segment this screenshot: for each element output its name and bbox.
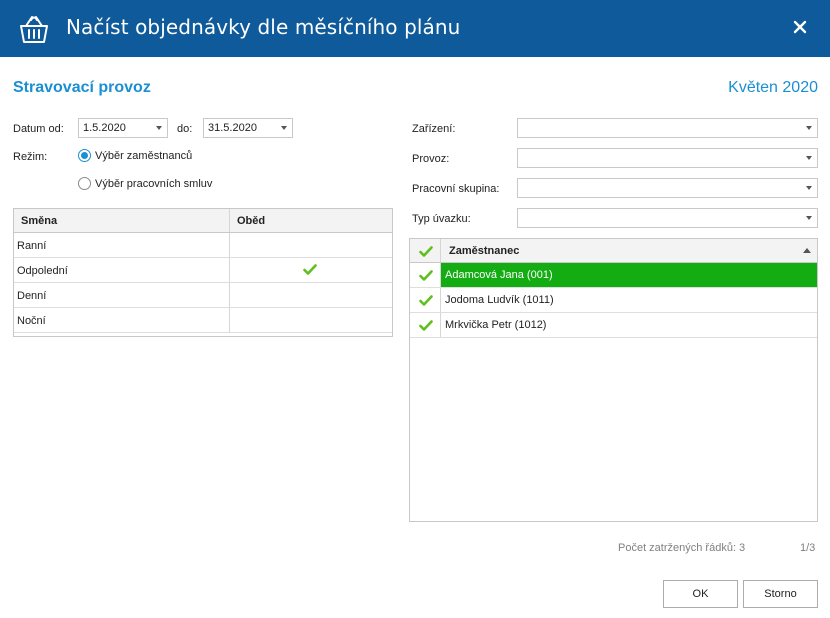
operation-label: Provoz: [412,153,450,165]
shift-name: Denní [14,283,230,307]
check-all-header[interactable] [410,239,441,262]
lunch-cell[interactable] [230,233,392,257]
checkmark-icon [303,264,317,275]
table-row[interactable]: Mrkvička Petr (1012) [410,313,817,338]
operation-select[interactable] [517,148,818,168]
checked-rows-count: Počet zatržených řádků: 3 [618,542,746,554]
table-row[interactable]: Denní [14,283,392,308]
title-bar: Načíst objednávky dle měsíčního plánu [0,0,830,57]
chevron-down-icon[interactable] [806,216,812,220]
employee-name: Mrkvička Petr (1012) [445,319,547,331]
sort-ascending-icon[interactable] [803,248,811,253]
table-row[interactable]: Adamcová Jana (001) [410,263,817,288]
row-check-cell[interactable] [410,263,441,287]
lunch-cell[interactable] [230,283,392,307]
shift-name: Noční [14,308,230,332]
section-title: Stravovací provoz [13,79,151,96]
chevron-down-icon[interactable] [281,126,287,130]
radio-contracts[interactable]: Výběr pracovních smluv [78,177,212,190]
radio-employees-label: Výběr zaměstnanců [95,149,193,162]
facility-label: Zařízení: [412,123,456,135]
column-header-shift[interactable]: Směna [14,209,230,232]
ok-button[interactable]: OK [663,580,738,608]
chevron-down-icon[interactable] [806,126,812,130]
row-check-cell[interactable] [410,313,441,337]
table-row[interactable]: Noční [14,308,392,333]
page-indicator: 1/3 [800,542,816,554]
table-row[interactable]: Odpolední [14,258,392,283]
radio-employees[interactable]: Výběr zaměstnanců [78,149,192,162]
date-to-value: 31.5.2020 [208,122,257,134]
table-header: Zaměstnanec [410,239,817,263]
checkmark-icon [419,270,433,281]
chevron-down-icon[interactable] [806,156,812,160]
radio-circle[interactable] [78,149,91,162]
radio-circle[interactable] [78,177,91,190]
workgroup-label: Pracovní skupina: [412,183,500,195]
lunch-cell[interactable] [230,308,392,332]
cancel-button[interactable]: Storno [743,580,818,608]
basket-icon [20,16,48,43]
chevron-down-icon[interactable] [156,126,162,130]
column-header-employee[interactable]: Zaměstnanec [441,239,817,262]
checkmark-icon [419,246,433,257]
date-to-label: do: [177,123,193,135]
contract-type-select[interactable] [517,208,818,228]
window-title: Načíst objednávky dle měsíčního plánu [66,15,461,39]
facility-select[interactable] [517,118,818,138]
shift-name: Ranní [14,233,230,257]
date-from-label: Datum od: [13,123,64,135]
chevron-down-icon[interactable] [806,186,812,190]
column-header-lunch[interactable]: Oběd [230,209,392,232]
date-from-value: 1.5.2020 [83,122,126,134]
checkmark-icon [419,320,433,331]
month-title: Květen 2020 [728,79,818,96]
radio-contracts-label: Výběr pracovních smluv [95,177,213,190]
table-row[interactable]: Jodoma Ludvík (1011) [410,288,817,313]
date-to-field[interactable]: 31.5.2020 [203,118,293,138]
checkmark-icon [419,295,433,306]
lunch-cell[interactable] [230,258,392,282]
shift-name: Odpolední [14,258,230,282]
date-from-field[interactable]: 1.5.2020 [78,118,168,138]
workgroup-select[interactable] [517,178,818,198]
row-check-cell[interactable] [410,288,441,312]
close-icon[interactable] [792,19,808,35]
table-row[interactable]: Ranní [14,233,392,258]
employee-name: Jodoma Ludvík (1011) [445,294,554,306]
employee-name: Adamcová Jana (001) [441,263,817,287]
shifts-table: Směna Oběd Ranní Odpolední Denní Noční [13,208,393,337]
employees-table: Zaměstnanec Adamcová Jana (001) Jodoma L… [409,238,818,522]
mode-label: Režim: [13,151,48,163]
table-header: Směna Oběd [14,209,392,233]
contract-type-label: Typ úvazku: [412,213,471,225]
